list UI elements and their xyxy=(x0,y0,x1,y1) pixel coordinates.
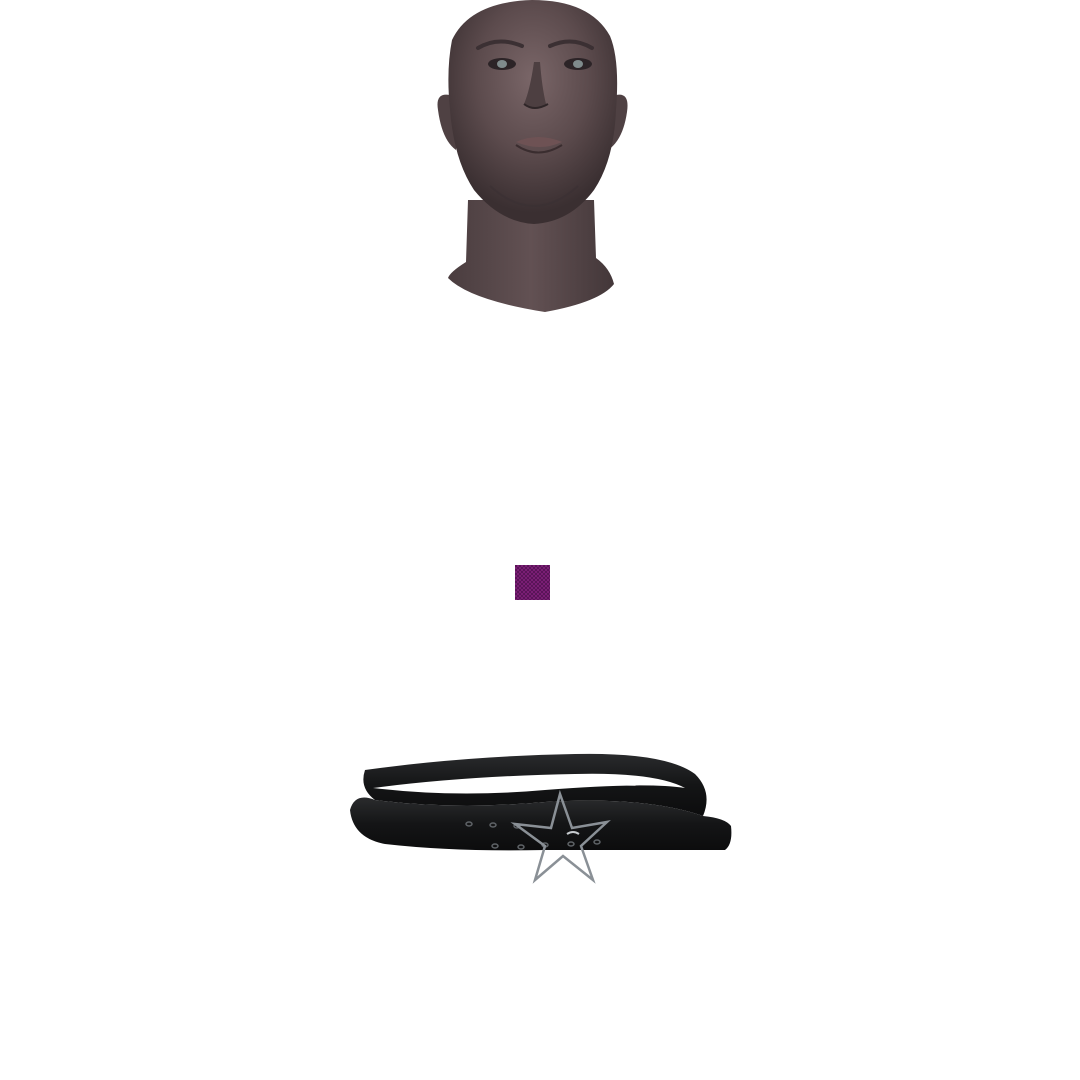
star-buckle-belt-icon[interactable] xyxy=(345,752,737,887)
3d-model-viewport[interactable] xyxy=(0,0,1080,1080)
purple-swatch-icon[interactable] xyxy=(515,565,550,600)
male-head-icon[interactable] xyxy=(430,0,635,315)
